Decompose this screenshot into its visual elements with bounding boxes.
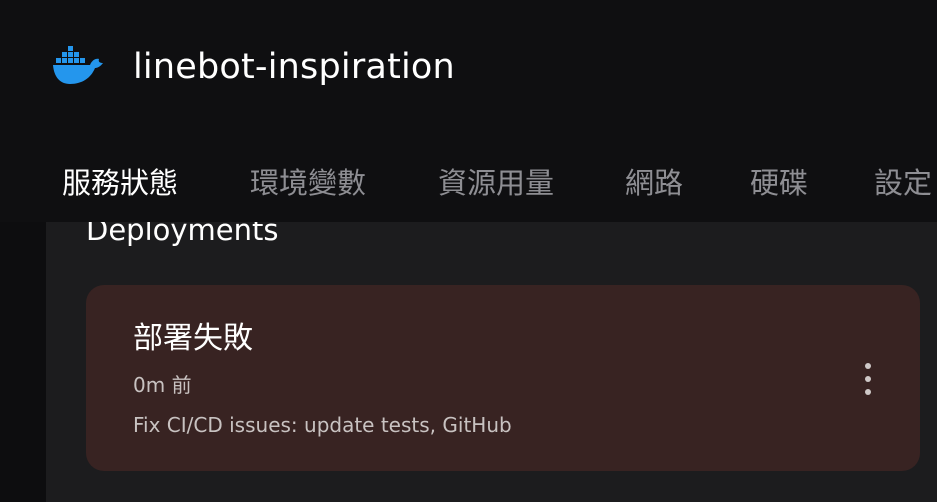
main-content: Deployments 部署失敗 0m 前 Fix CI/CD issues: …: [46, 222, 937, 502]
deployment-status: 部署失敗: [133, 321, 253, 356]
header: linebot-inspiration 服務狀態 環境變數 資源用量 網路 硬碟…: [0, 0, 937, 222]
docker-whale-icon: [53, 46, 103, 84]
menu-dot: [865, 389, 871, 395]
app-title: linebot-inspiration: [133, 47, 455, 87]
tab-network[interactable]: 網路: [625, 160, 683, 206]
app-window: linebot-inspiration 服務狀態 環境變數 資源用量 網路 硬碟…: [0, 0, 937, 502]
more-vertical-icon[interactable]: [856, 361, 880, 397]
tab-bar: 服務狀態 環境變數 資源用量 網路 硬碟 設定: [0, 160, 937, 208]
tab-resource-usage[interactable]: 資源用量: [438, 160, 554, 206]
tab-settings[interactable]: 設定: [874, 160, 932, 206]
deployment-time: 0m 前: [133, 373, 192, 397]
left-rail: [0, 222, 46, 502]
deployment-commit-message: Fix CI/CD issues: update tests, GitHub: [133, 413, 512, 437]
deployment-card[interactable]: 部署失敗 0m 前 Fix CI/CD issues: update tests…: [86, 285, 920, 471]
menu-dot: [865, 376, 871, 382]
tab-disk[interactable]: 硬碟: [750, 160, 808, 206]
menu-dot: [865, 363, 871, 369]
section-heading-deployments: Deployments: [86, 222, 279, 247]
tab-environment-variables[interactable]: 環境變數: [250, 160, 366, 206]
tab-service-status[interactable]: 服務狀態: [62, 160, 178, 206]
